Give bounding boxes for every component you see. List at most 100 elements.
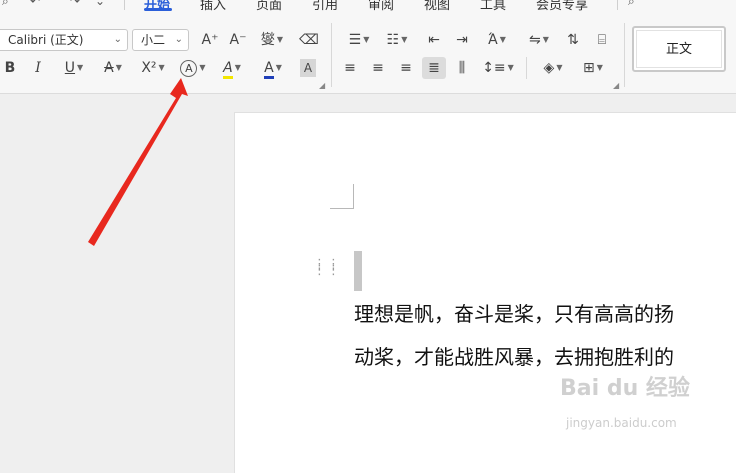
font-size-select[interactable]: 小二 ⌄	[132, 29, 189, 51]
text-direction-button[interactable]: ⇋ ▼	[524, 29, 554, 51]
group-divider	[331, 23, 332, 87]
paragraph-dialog-launcher-icon[interactable]: ◢	[613, 81, 619, 90]
group-divider	[624, 23, 625, 87]
more-icon[interactable]: ⌄	[95, 0, 105, 8]
tab-page[interactable]: 页面	[256, 0, 282, 13]
distributed-align-icon: ⫼	[458, 60, 466, 76]
group-divider	[526, 57, 527, 79]
watermark-url: jingyan.baidu.com	[566, 416, 677, 430]
active-tab-indicator	[144, 8, 172, 11]
italic-button[interactable]: I	[30, 57, 46, 79]
character-shading-button[interactable]: A	[300, 59, 316, 77]
align-right-button[interactable]: ≡	[396, 57, 416, 79]
tab-insert[interactable]: 插入	[200, 0, 226, 13]
bullet-list-button[interactable]: ☰ ▼	[344, 29, 374, 51]
text-effect-button[interactable]: A ▼	[178, 57, 208, 79]
style-normal-tile[interactable]: 正文	[632, 26, 726, 72]
underline-button[interactable]: U ▼	[58, 57, 90, 79]
chevron-down-icon: ▼	[234, 63, 241, 72]
chevron-down-icon: ▼	[596, 63, 603, 72]
text-direction-icon: ⇋	[529, 32, 541, 48]
borders-button[interactable]: ⊞ ▼	[578, 57, 608, 79]
numbered-list-icon: ☷	[386, 32, 400, 48]
tab-view[interactable]: 视图	[424, 0, 450, 13]
line-spacing-button[interactable]: ↕≡ ▼	[482, 57, 514, 79]
undo-icon[interactable]: ↶	[30, 0, 40, 8]
redo-icon[interactable]: ↷	[70, 0, 80, 8]
tab-references[interactable]: 引用	[312, 0, 338, 13]
decrease-indent-button[interactable]: ⇤	[424, 29, 444, 51]
search-commands-icon[interactable]: ⌕	[628, 0, 635, 9]
chevron-down-icon: ▼	[499, 35, 506, 44]
text-effect-icon: A	[180, 60, 198, 77]
highlight-button[interactable]: A ▼	[216, 57, 248, 79]
indent-icon: ⇥	[456, 32, 468, 48]
shrink-font-button[interactable]: A⁻	[228, 29, 248, 51]
tab-review[interactable]: 审阅	[368, 0, 394, 13]
justify-button[interactable]: ≣	[422, 57, 446, 79]
font-family-select[interactable]: Calibri (正文) ⌄	[0, 29, 128, 51]
grow-font-button[interactable]: A⁺	[200, 29, 220, 51]
chevron-down-icon: ▼	[158, 63, 165, 72]
line-spacing-icon: ↕≡	[482, 60, 506, 76]
font-size-value: 小二	[141, 33, 166, 47]
phonetic-guide-icon: 燮	[260, 32, 275, 48]
font-color-icon: A	[264, 60, 274, 79]
distributed-align-button[interactable]: ⫼	[452, 57, 472, 79]
change-case-button[interactable]: Ά ▼	[482, 29, 512, 51]
chevron-down-icon: ⌄	[113, 34, 122, 45]
margin-corner-mark	[330, 184, 354, 209]
chevron-down-icon: ▼	[275, 63, 282, 72]
border-icon: ⊞	[583, 60, 595, 76]
numbered-list-button[interactable]: ☷ ▼	[382, 29, 412, 51]
style-normal-label: 正文	[636, 30, 722, 68]
phonetic-guide-button[interactable]: 燮 ▼	[256, 29, 288, 51]
chevron-down-icon: ▼	[401, 35, 408, 44]
align-left-button[interactable]: ≡	[340, 57, 360, 79]
document-text-line[interactable]: 动桨，才能战胜风暴，去拥抱胜利的	[354, 341, 674, 370]
sort-icon: ⇅	[567, 32, 579, 48]
menu-bar: ⌕ ↶ ↷ ⌄ 开始 插入 页面 引用 审阅 视图 工具 会员专享 ⌕	[0, 0, 736, 17]
menu-divider	[124, 0, 125, 10]
align-right-icon: ≡	[400, 60, 412, 76]
show-marks-button[interactable]: ⌸	[591, 29, 613, 51]
watermark: Bai du 经验 jingyan.baidu.com	[560, 370, 730, 440]
align-center-button[interactable]: ≡	[368, 57, 388, 79]
font-color-button[interactable]: A ▼	[258, 57, 288, 79]
font-family-value: Calibri (正文)	[8, 33, 84, 47]
shading-button[interactable]: ◈ ▼	[538, 57, 568, 79]
chevron-down-icon: ⌄	[174, 34, 183, 45]
tab-home[interactable]: 开始	[144, 0, 170, 13]
search-icon[interactable]: ⌕	[2, 0, 9, 9]
chevron-down-icon: ▼	[115, 63, 122, 72]
chevron-down-icon: ▼	[556, 63, 563, 72]
font-dialog-launcher-icon[interactable]: ◢	[319, 81, 325, 90]
strikethrough-icon: A	[104, 60, 114, 76]
change-case-icon: Ά	[488, 32, 498, 48]
ribbon-toolbar: Calibri (正文) ⌄ 小二 ⌄ A⁺ A⁻ 燮 ▼ ⌫ B I U ▼ A ▼…	[0, 17, 736, 94]
bold-button[interactable]: B	[2, 57, 18, 79]
tab-tools[interactable]: 工具	[480, 0, 506, 13]
menu-divider	[617, 0, 618, 10]
bullet-list-icon: ☰	[348, 32, 362, 48]
align-center-icon: ≡	[372, 60, 384, 76]
clear-format-button[interactable]: ⌫	[298, 29, 320, 51]
chevron-down-icon: ▼	[507, 63, 514, 72]
sort-button[interactable]: ⇅	[562, 29, 584, 51]
tab-member[interactable]: 会员专享	[536, 0, 588, 13]
watermark-logo-text: Bai du 经验	[560, 376, 690, 401]
paint-bucket-icon: ◈	[543, 60, 555, 76]
chevron-down-icon: ▼	[276, 35, 284, 44]
superscript-button[interactable]: X² ▼	[136, 57, 170, 79]
underline-icon: U	[64, 60, 76, 76]
block-drag-handle-icon[interactable]: ⋮⋮ ⋮⋮	[313, 258, 341, 277]
superscript-icon: X²	[141, 60, 157, 76]
outdent-icon: ⇤	[428, 32, 440, 48]
strikethrough-button[interactable]: A ▼	[98, 57, 128, 79]
document-text-line[interactable]: 理想是帆，奋斗是桨，只有高高的扬	[354, 298, 674, 327]
highlighter-icon: A	[223, 60, 233, 79]
increase-indent-button[interactable]: ⇥	[452, 29, 472, 51]
chevron-down-icon: ▼	[77, 63, 84, 72]
justify-icon: ≣	[428, 60, 440, 76]
chevron-down-icon: ▼	[542, 35, 549, 44]
